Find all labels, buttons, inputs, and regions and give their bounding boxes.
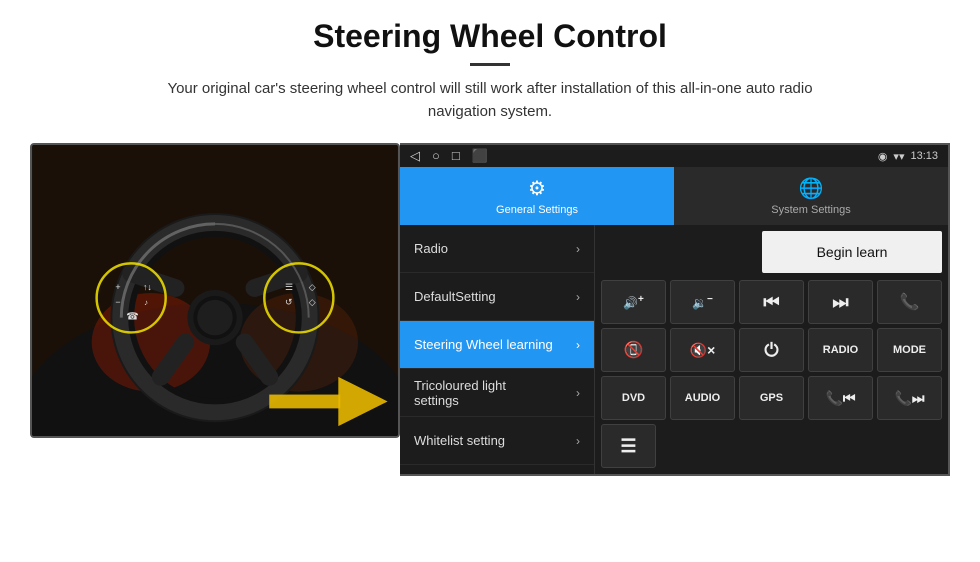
location-icon: ◉ <box>878 150 888 163</box>
svg-text:↺: ↺ <box>285 297 292 307</box>
menu-arrow-default: › <box>576 290 580 304</box>
hang-up-icon: 📵 <box>624 340 644 360</box>
dvd-button[interactable]: DVD <box>601 376 666 420</box>
call-button[interactable]: 📞 <box>877 280 942 324</box>
mode-button[interactable]: MODE <box>877 328 942 372</box>
gps-button[interactable]: GPS <box>739 376 804 420</box>
radio-mode-button[interactable]: RADIO <box>808 328 873 372</box>
controls-row-3: DVD AUDIO GPS 📞⏮ 📞⏭ <box>601 376 942 420</box>
svg-text:◇: ◇ <box>309 297 316 307</box>
audio-label: AUDIO <box>685 392 720 404</box>
vol-up-button[interactable]: 🔊+ <box>601 280 666 324</box>
steering-wheel-image: + ↑↓ − ♪ ☎ ☰ ◇ ↺ ◇ <box>30 143 400 438</box>
begin-learn-row: Begin learn <box>601 231 942 273</box>
controls-row-1: 🔊+ 🔉− ⏮ ⏭ 📞 <box>601 280 942 324</box>
menu-item-tricoloured[interactable]: Tricoloured lightsettings › <box>400 369 594 417</box>
svg-text:+: + <box>115 282 120 292</box>
main-body: Radio › DefaultSetting › Steering Wheel … <box>400 225 948 474</box>
status-bar-info: ◉ ▾▾ 13:13 <box>878 150 938 163</box>
back-nav-icon[interactable]: ◁ <box>410 148 420 164</box>
list-icon-button[interactable]: ☰ <box>601 424 656 468</box>
menu-item-radio-label: Radio <box>414 241 448 256</box>
mute-button[interactable]: 🔇× <box>670 328 735 372</box>
mute-icon: 🔇× <box>690 342 716 359</box>
power-button[interactable]: ⏻ <box>739 328 804 372</box>
tel-prev-icon: 📞⏮ <box>825 390 855 407</box>
gps-label: GPS <box>760 392 783 404</box>
dvd-label: DVD <box>622 392 645 404</box>
nav-tabs: ⚙ General Settings 🌐 System Settings <box>400 167 948 225</box>
home-nav-icon[interactable]: ○ <box>432 148 440 164</box>
mode-label: MODE <box>893 344 926 356</box>
content-area: + ↑↓ − ♪ ☎ ☰ ◇ ↺ ◇ ◁ ○ □ ⬛ <box>0 133 980 486</box>
begin-learn-button[interactable]: Begin learn <box>762 231 942 273</box>
page-title: Steering Wheel Control <box>20 18 960 55</box>
svg-text:♪: ♪ <box>144 298 148 307</box>
menu-item-default[interactable]: DefaultSetting › <box>400 273 594 321</box>
svg-text:☰: ☰ <box>285 282 293 292</box>
power-icon: ⏻ <box>764 340 778 361</box>
tab-system-settings[interactable]: 🌐 System Settings <box>674 167 948 225</box>
head-unit: ◁ ○ □ ⬛ ◉ ▾▾ 13:13 ⚙ General Settings 🌐 … <box>400 143 950 476</box>
tab-system-label: System Settings <box>771 204 850 216</box>
menu-item-tricoloured-label: Tricoloured lightsettings <box>414 378 506 408</box>
next-track-icon: ⏭ <box>832 292 848 313</box>
svg-text:↑↓: ↑↓ <box>143 282 152 292</box>
header-divider <box>470 63 510 66</box>
radio-label: RADIO <box>823 344 858 356</box>
list-icon: ☰ <box>620 436 636 457</box>
status-bar-nav-icons: ◁ ○ □ ⬛ <box>410 148 488 164</box>
svg-text:−: − <box>115 297 120 307</box>
menu-item-default-label: DefaultSetting <box>414 289 496 304</box>
tab-general-label: General Settings <box>496 204 578 216</box>
globe-icon: 🌐 <box>799 176 824 201</box>
menu-item-steering[interactable]: Steering Wheel learning › <box>400 321 594 369</box>
menu-item-whitelist-label: Whitelist setting <box>414 433 505 448</box>
controls-row-2: 📵 🔇× ⏻ RADIO MODE <box>601 328 942 372</box>
vol-down-icon: 🔉− <box>692 294 713 310</box>
page-subtitle: Your original car's steering wheel contr… <box>140 78 840 123</box>
menu-arrow-steering: › <box>576 338 580 352</box>
menu-arrow-whitelist: › <box>576 434 580 448</box>
recents-nav-icon[interactable]: □ <box>452 148 460 164</box>
tab-general-settings[interactable]: ⚙ General Settings <box>400 167 674 225</box>
menu-nav-icon[interactable]: ⬛ <box>472 148 488 164</box>
menu-arrow-radio: › <box>576 242 580 256</box>
signal-icon: ▾▾ <box>893 150 904 163</box>
hang-up-button[interactable]: 📵 <box>601 328 666 372</box>
prev-track-button[interactable]: ⏮ <box>739 280 804 324</box>
menu-panel: Radio › DefaultSetting › Steering Wheel … <box>400 225 595 474</box>
tel-prev-button[interactable]: 📞⏮ <box>808 376 873 420</box>
prev-track-icon: ⏮ <box>763 292 779 313</box>
controls-grid: 🔊+ 🔉− ⏮ ⏭ 📞 <box>601 280 942 468</box>
status-bar: ◁ ○ □ ⬛ ◉ ▾▾ 13:13 <box>400 145 948 167</box>
menu-item-whitelist[interactable]: Whitelist setting › <box>400 417 594 465</box>
menu-item-steering-label: Steering Wheel learning <box>414 337 553 352</box>
audio-button[interactable]: AUDIO <box>670 376 735 420</box>
svg-text:◇: ◇ <box>309 282 316 292</box>
controls-row-4: ☰ <box>601 424 942 468</box>
menu-arrow-tricoloured: › <box>576 386 580 400</box>
page-header: Steering Wheel Control Your original car… <box>0 0 980 133</box>
svg-text:☎: ☎ <box>126 312 138 323</box>
vol-up-icon: 🔊+ <box>623 294 644 310</box>
call-icon: 📞 <box>900 292 920 312</box>
clock: 13:13 <box>910 150 938 162</box>
gear-icon: ⚙ <box>528 176 546 201</box>
tel-next-icon: 📞⏭ <box>894 390 924 407</box>
vol-down-button[interactable]: 🔉− <box>670 280 735 324</box>
tel-next-button[interactable]: 📞⏭ <box>877 376 942 420</box>
controls-panel: Begin learn 🔊+ 🔉− ⏮ <box>595 225 948 474</box>
menu-item-radio[interactable]: Radio › <box>400 225 594 273</box>
next-track-button[interactable]: ⏭ <box>808 280 873 324</box>
